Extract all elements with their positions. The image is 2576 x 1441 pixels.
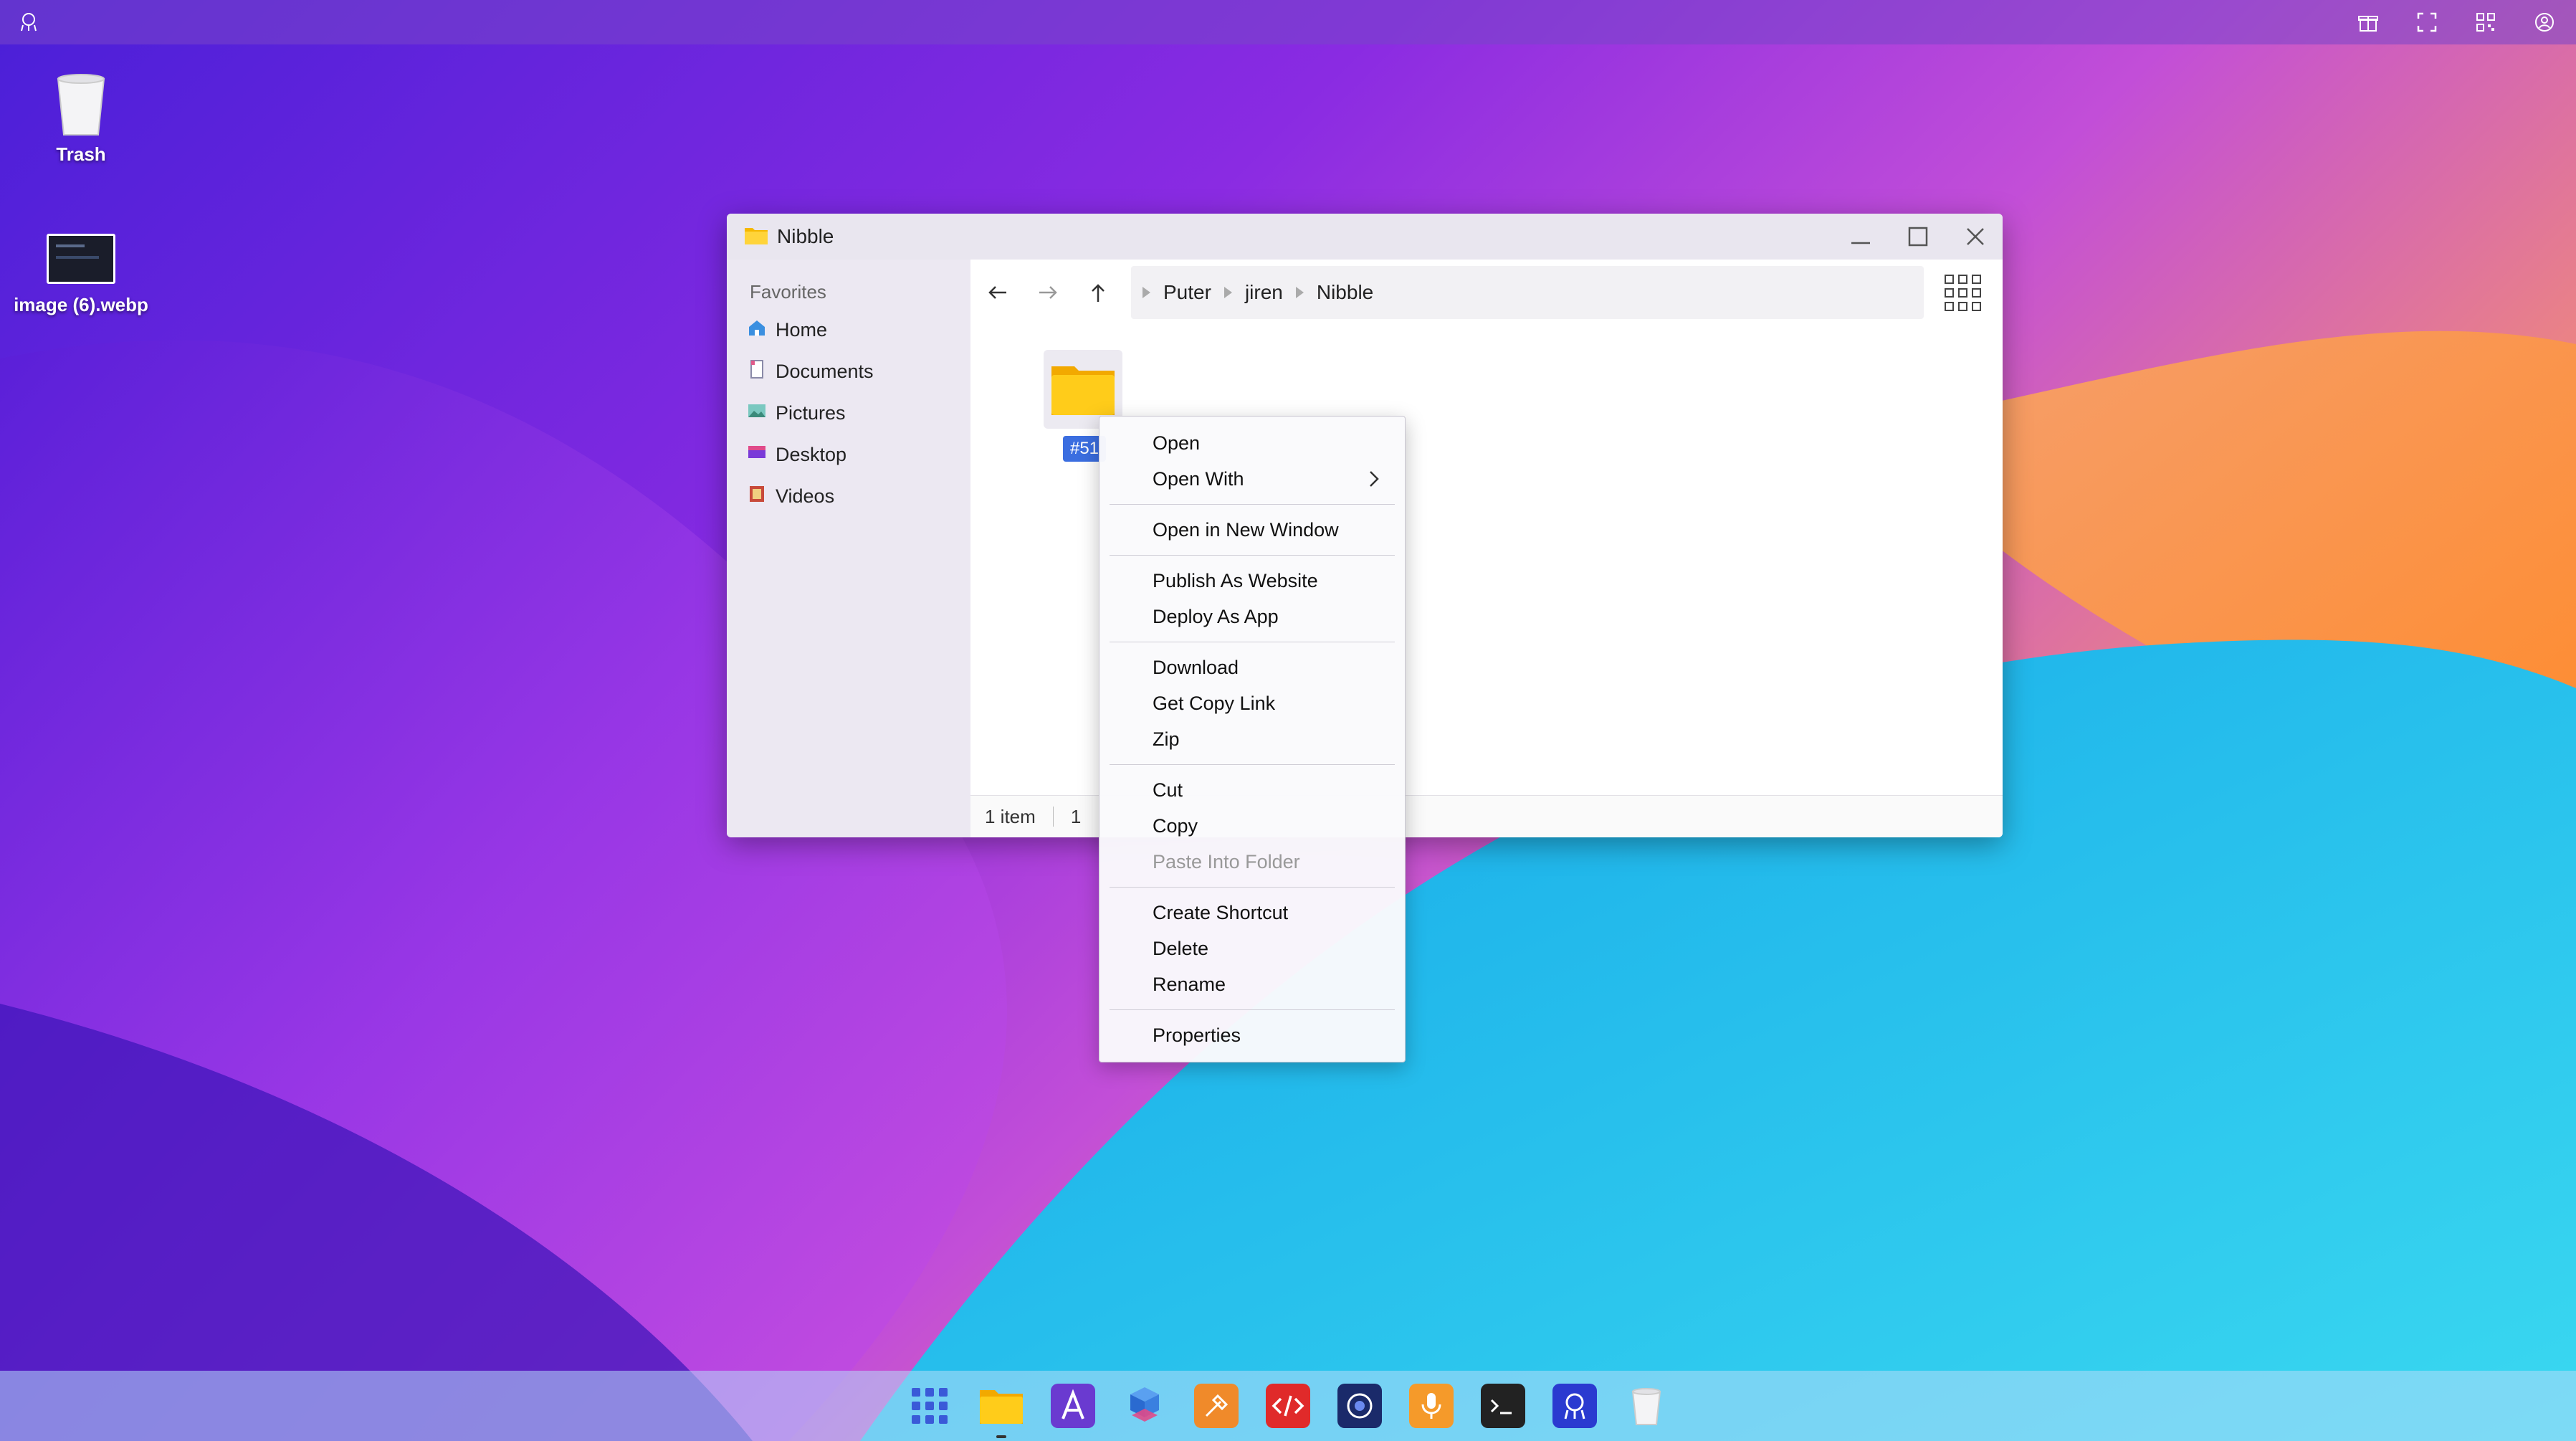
home-icon bbox=[747, 318, 767, 343]
maximize-button[interactable] bbox=[1904, 222, 1932, 251]
sidebar-item-documents[interactable]: Documents bbox=[727, 351, 970, 392]
gift-icon[interactable] bbox=[2352, 6, 2384, 38]
dock bbox=[0, 1371, 2576, 1441]
qr-code-icon[interactable] bbox=[2470, 6, 2501, 38]
context-menu: Open Open With Open in New Window Publis… bbox=[1099, 416, 1406, 1062]
breadcrumb-item-nibble[interactable]: Nibble bbox=[1317, 281, 1373, 304]
top-menu-bar bbox=[0, 0, 2576, 44]
menu-item-deploy-as-app[interactable]: Deploy As App bbox=[1099, 599, 1405, 634]
menu-item-get-copy-link[interactable]: Get Copy Link bbox=[1099, 685, 1405, 721]
menu-separator bbox=[1110, 504, 1395, 505]
menu-item-publish-as-website[interactable]: Publish As Website bbox=[1099, 563, 1405, 599]
breadcrumb-item-jiren[interactable]: jiren bbox=[1245, 281, 1283, 304]
camera-icon[interactable] bbox=[1337, 1384, 1382, 1428]
sidebar-item-label: Pictures bbox=[776, 401, 846, 424]
files-icon[interactable] bbox=[979, 1384, 1024, 1438]
breadcrumb-separator bbox=[1295, 287, 1304, 298]
desktop-icon-trash[interactable]: Trash bbox=[6, 72, 156, 166]
puter-logo-icon[interactable] bbox=[13, 6, 44, 38]
sidebar-item-label: Home bbox=[776, 318, 828, 341]
trash-icon bbox=[6, 72, 156, 138]
desktop-icon-image-file[interactable]: image (6).webp bbox=[6, 234, 156, 316]
code-icon[interactable] bbox=[1266, 1384, 1310, 1428]
menu-item-rename[interactable]: Rename bbox=[1099, 966, 1405, 1002]
menu-item-properties[interactable]: Properties bbox=[1099, 1017, 1405, 1053]
up-folder-button[interactable] bbox=[1075, 270, 1121, 315]
editor-icon[interactable] bbox=[1051, 1384, 1095, 1428]
grid-view-icon bbox=[1945, 275, 1981, 311]
window-title: Nibble bbox=[777, 225, 834, 247]
item-count: 1 item bbox=[985, 805, 1036, 827]
fullscreen-icon[interactable] bbox=[2411, 6, 2443, 38]
documents-icon bbox=[747, 359, 767, 384]
menu-item-paste-into-folder: Paste Into Folder bbox=[1153, 850, 1300, 872]
desktop-icon-label: image (6).webp bbox=[14, 294, 148, 315]
menu-separator bbox=[1110, 555, 1395, 556]
pictures-icon bbox=[747, 401, 767, 426]
close-button[interactable] bbox=[1961, 222, 1990, 251]
image-thumbnail-icon bbox=[6, 234, 156, 284]
sidebar-item-label: Desktop bbox=[776, 443, 847, 465]
breadcrumb: Puter jiren Nibble bbox=[1131, 266, 1924, 319]
sidebar-item-desktop[interactable]: Desktop bbox=[727, 434, 970, 475]
navigation-toolbar: Puter jiren Nibble bbox=[970, 260, 2003, 326]
terminal-icon[interactable] bbox=[1481, 1384, 1525, 1428]
chevron-right-icon bbox=[1365, 470, 1383, 488]
active-indicator bbox=[996, 1435, 1006, 1438]
sidebar: Favorites Home Documents Pictures Deskto… bbox=[727, 260, 971, 837]
menu-separator bbox=[1110, 1009, 1395, 1010]
view-grid-button[interactable] bbox=[1944, 274, 1983, 313]
desktop-icon bbox=[747, 442, 767, 467]
recorder-icon[interactable] bbox=[1409, 1384, 1454, 1428]
sidebar-item-label: Documents bbox=[776, 360, 874, 382]
blocks-icon[interactable] bbox=[1122, 1384, 1167, 1428]
desktop-icon-label: Trash bbox=[56, 143, 106, 165]
selected-count: 1 bbox=[1070, 805, 1082, 827]
sidebar-item-videos[interactable]: Videos bbox=[727, 475, 970, 517]
menu-item-cut[interactable]: Cut bbox=[1099, 772, 1405, 808]
breadcrumb-item-puter[interactable]: Puter bbox=[1163, 281, 1211, 304]
menu-item-download[interactable]: Download bbox=[1099, 650, 1405, 685]
menu-separator bbox=[1110, 764, 1395, 765]
sidebar-heading: Favorites bbox=[750, 281, 826, 303]
menu-separator bbox=[1110, 887, 1395, 888]
breadcrumb-separator bbox=[1142, 287, 1150, 298]
draw-icon[interactable] bbox=[1194, 1384, 1239, 1428]
forward-button[interactable] bbox=[1025, 270, 1071, 315]
menu-item-open-in-new-window[interactable]: Open in New Window bbox=[1099, 512, 1405, 548]
app-launcher-icon[interactable] bbox=[907, 1384, 952, 1428]
videos-icon bbox=[747, 484, 767, 509]
menu-item-create-shortcut[interactable]: Create Shortcut bbox=[1099, 895, 1405, 931]
window-titlebar[interactable]: Nibble bbox=[727, 214, 2003, 260]
back-button[interactable] bbox=[975, 270, 1021, 315]
menu-item-label: Open With bbox=[1153, 467, 1244, 490]
puter-icon[interactable] bbox=[1552, 1384, 1597, 1428]
breadcrumb-separator bbox=[1223, 287, 1232, 298]
user-account-icon[interactable] bbox=[2529, 6, 2560, 38]
menu-item-copy[interactable]: Copy bbox=[1099, 808, 1405, 844]
minimize-button[interactable] bbox=[1846, 222, 1875, 251]
sidebar-item-label: Videos bbox=[776, 485, 835, 507]
trash-icon[interactable] bbox=[1624, 1384, 1669, 1428]
menu-item-open-with[interactable]: Open With bbox=[1099, 461, 1405, 497]
folder-icon bbox=[744, 225, 768, 249]
menu-item-delete[interactable]: Delete bbox=[1099, 931, 1405, 966]
sidebar-item-home[interactable]: Home bbox=[727, 309, 970, 351]
menu-item-zip[interactable]: Zip bbox=[1099, 721, 1405, 757]
status-divider bbox=[1052, 807, 1054, 827]
menu-item-open[interactable]: Open bbox=[1099, 425, 1405, 461]
sidebar-item-pictures[interactable]: Pictures bbox=[727, 392, 970, 434]
